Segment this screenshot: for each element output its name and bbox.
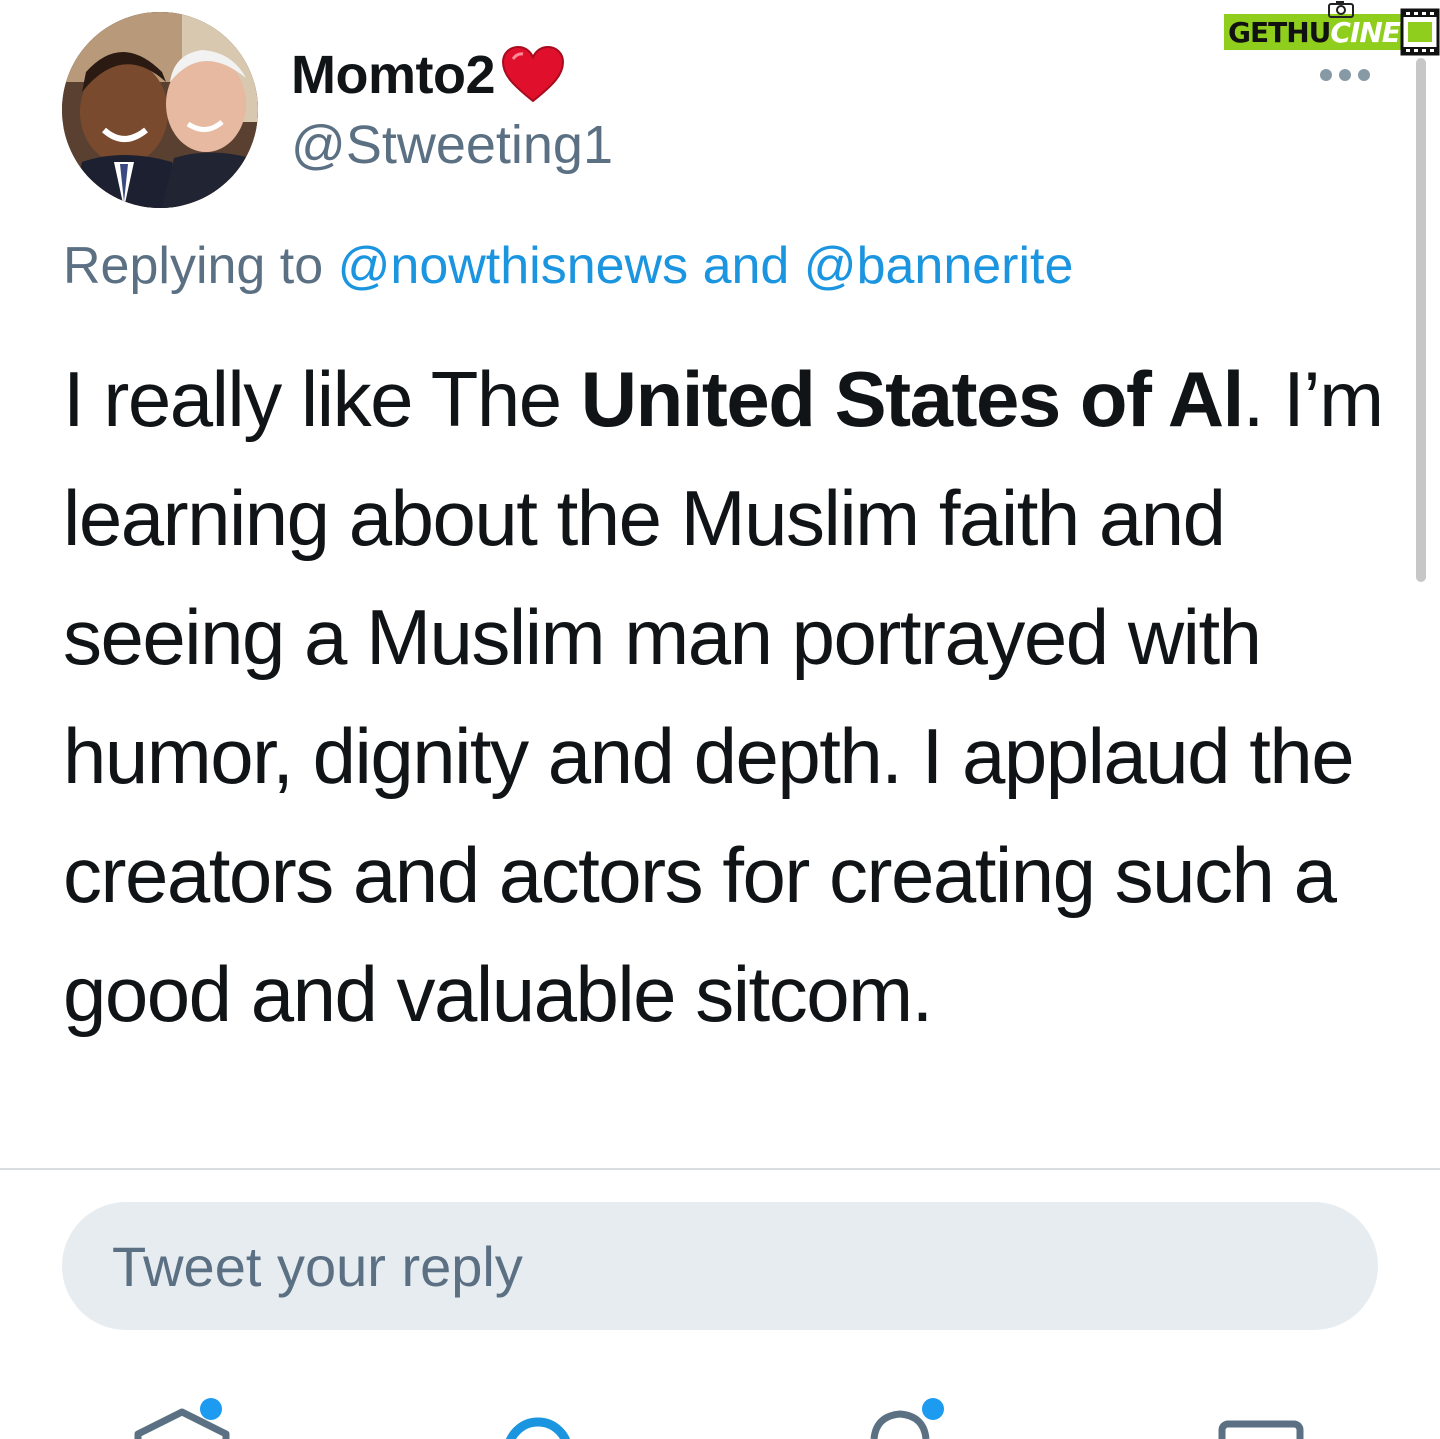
nav-messages[interactable] [1200, 1390, 1320, 1439]
tweet-text-show-title: United States of Al [580, 355, 1245, 443]
nav-home[interactable] [130, 1390, 250, 1439]
replying-joiner[interactable]: and [703, 237, 790, 295]
messages-icon [1218, 1420, 1304, 1439]
replying-to-line: Replying to @nowthisnews and @bannerite [63, 236, 1073, 296]
film-strip-icon [1400, 8, 1440, 56]
display-name-text: Momto2 [291, 45, 495, 105]
scrollbar-thumb[interactable] [1416, 58, 1426, 582]
tweet-text-start: I really like The [63, 355, 581, 443]
notifications-dot [922, 1398, 944, 1420]
mention-link-nowthisnews[interactable]: @nowthisnews [338, 237, 689, 295]
tweet-text: I really like The United States of Al. I… [63, 340, 1384, 1054]
notifications-icon [870, 1410, 930, 1439]
mention-link-bannerite[interactable]: @bannerite [804, 237, 1074, 295]
watermark-logo: GETHU CINEMA [1224, 1, 1440, 56]
display-name[interactable]: Momto2 [291, 44, 565, 106]
search-icon [506, 1417, 570, 1439]
home-icon [134, 1408, 230, 1439]
user-handle[interactable]: @Stweeting1 [291, 114, 613, 176]
avatar[interactable] [62, 12, 258, 208]
tweet-text-rest: . I’m learning about the Muslim faith an… [63, 355, 1384, 1038]
nav-notifications[interactable] [850, 1390, 970, 1439]
scrollbar[interactable] [1414, 58, 1428, 598]
replying-prefix: Replying to [63, 237, 324, 295]
reply-box[interactable] [62, 1202, 1378, 1330]
more-options-icon[interactable] [1318, 64, 1372, 86]
camera-icon [1328, 1, 1354, 18]
watermark-text-part1: GETHU [1228, 15, 1331, 49]
nav-search[interactable] [480, 1390, 600, 1439]
home-notification-dot [200, 1398, 222, 1420]
reply-input[interactable] [110, 1232, 1314, 1300]
avatar-image [62, 12, 258, 208]
divider [0, 1168, 1440, 1170]
heart-icon [501, 45, 564, 103]
